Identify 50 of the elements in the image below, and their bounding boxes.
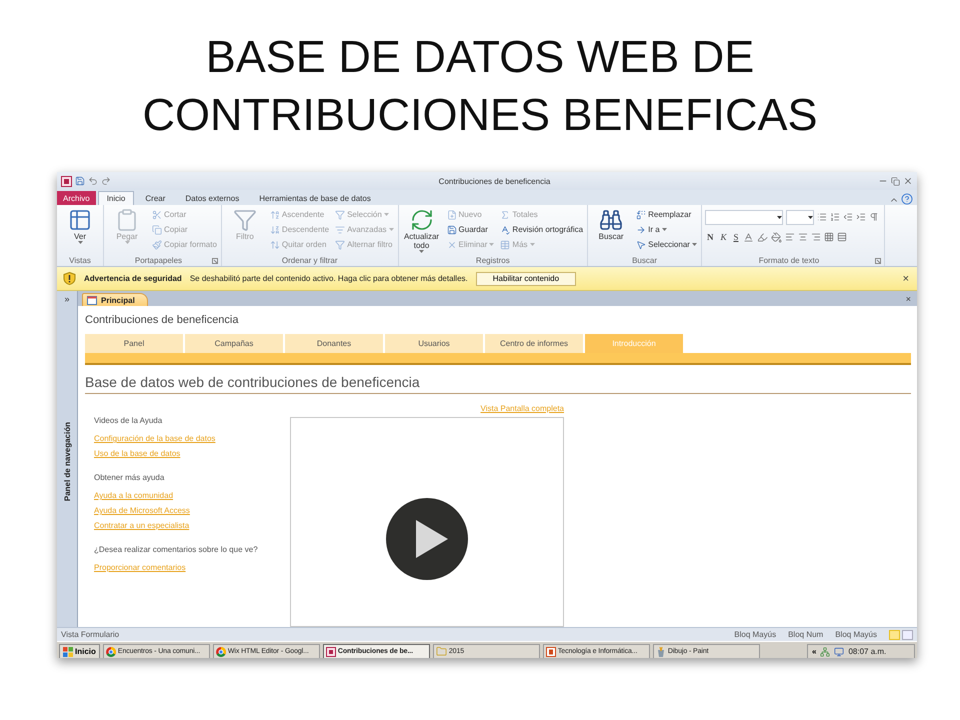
file-tab[interactable]: Archivo	[57, 191, 96, 205]
section-heading: ¿Desea realizar comentarios sobre lo que ve?	[94, 545, 259, 554]
section-heading: Obtener más ayuda	[94, 473, 166, 482]
form-tab[interactable]: Donantes	[285, 334, 383, 353]
document-tab[interactable]: Principal	[82, 293, 148, 306]
status-indicator: Bloq Mayús	[835, 630, 877, 639]
page-heading: Base de datos web de contribuciones de beneficencia	[85, 374, 911, 394]
slide-title: BASE DE DATOS WEB DE	[206, 30, 754, 84]
ribbon-tab[interactable]: Datos externos	[176, 191, 248, 205]
group-label: Formato de texto	[758, 256, 820, 265]
status-indicator: Bloq Mayús	[734, 630, 776, 639]
format-button[interactable]: N	[704, 232, 716, 242]
ribbon-tab[interactable]: Crear	[136, 191, 174, 205]
form-tab[interactable]: Centro de informes	[485, 334, 583, 353]
form-tab[interactable]: Usuarios	[385, 334, 483, 353]
start-button[interactable]: Inicio	[59, 644, 100, 658]
ribbon-button[interactable]: Actualizar todo	[402, 207, 442, 255]
group-label: Portapapeles	[134, 256, 184, 265]
group-label: Buscar	[631, 256, 658, 265]
ribbon-button[interactable]: Seleccionar	[635, 238, 698, 251]
format-button[interactable]: S	[731, 232, 740, 242]
ribbon-button[interactable]: Buscar	[591, 207, 632, 255]
ribbon-button[interactable]: Ver	[60, 207, 100, 255]
ribbon-button[interactable]: Revisión ortográfica	[499, 223, 584, 236]
warning-title: Advertencia de seguridad	[84, 274, 182, 283]
group-label: Registros	[474, 256, 511, 265]
form-title: Contribuciones de beneficencia	[85, 314, 240, 326]
expand-button[interactable]: »	[64, 294, 70, 304]
ribbon-tab[interactable]: Inicio	[98, 191, 134, 205]
status-text: Vista Formulario	[61, 630, 120, 639]
slide-title: CONTRIBUCIONES BENEFICAS	[142, 88, 818, 142]
ribbon-button[interactable]: Guardar	[446, 223, 496, 236]
ribbon-tab[interactable]: Herramientas de base de datos	[250, 191, 380, 205]
warning-message: Se deshabilitó parte del contenido activo. Haga clic para obtener más detalles.	[190, 274, 468, 283]
form-tab[interactable]: Panel	[85, 334, 183, 353]
window-title: Contribuciones de beneficencia	[438, 176, 552, 186]
format-button[interactable]: K	[718, 232, 728, 242]
ribbon-button[interactable]: Ir a	[635, 223, 698, 236]
form-tab[interactable]: Campañas	[185, 334, 283, 353]
navigation-pane-label[interactable]: Panel de navegación	[62, 422, 72, 502]
clock: 08:07 a.m.	[848, 647, 886, 656]
tray-expand-button[interactable]: «	[812, 647, 816, 656]
close-button[interactable]: ×	[900, 272, 911, 284]
enable-content-button[interactable]: Habilitar contenido	[476, 272, 576, 286]
section-heading: Videos de la Ayuda	[94, 416, 164, 425]
status-indicator: Bloq Num	[788, 630, 824, 639]
close-button[interactable]: ×	[904, 294, 913, 304]
group-label: Ordenar y filtrar	[280, 256, 338, 265]
ribbon-button[interactable]: Reemplazar	[635, 208, 698, 221]
group-label: Vistas	[68, 256, 92, 265]
